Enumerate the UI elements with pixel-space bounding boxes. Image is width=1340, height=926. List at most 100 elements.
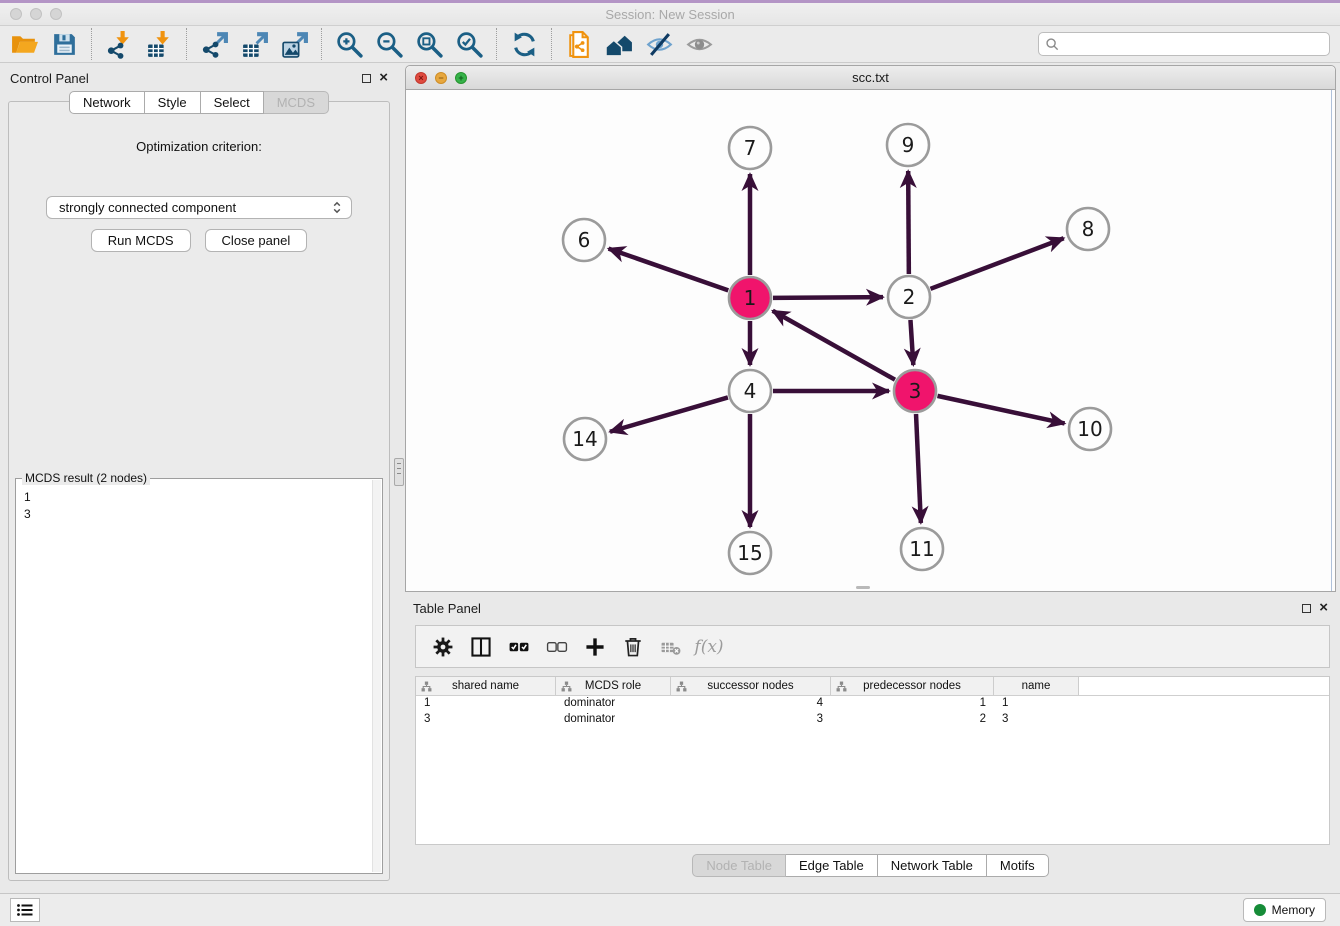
graph-edge-1-6[interactable]	[609, 249, 729, 291]
tab-network[interactable]: Network	[69, 91, 145, 114]
function-icon: f(x)	[694, 637, 723, 657]
open-session-button[interactable]	[4, 27, 44, 61]
toggle-columns-button[interactable]	[462, 628, 500, 666]
table-row[interactable]: 3dominator323	[416, 712, 1329, 728]
graph-edge-1-2[interactable]	[773, 297, 883, 298]
graph-edge-3-10[interactable]	[937, 396, 1064, 424]
export-network-button[interactable]	[194, 27, 234, 61]
delete-table-icon	[659, 635, 683, 659]
network-vertical-scrollbar[interactable]	[1331, 90, 1332, 591]
show-all-button[interactable]	[679, 27, 719, 61]
save-session-button[interactable]	[44, 27, 84, 61]
import-network-button[interactable]	[99, 27, 139, 61]
export-image-button[interactable]	[274, 27, 314, 61]
network-graph[interactable]: 7968124314101511	[406, 90, 1335, 591]
hide-selected-button[interactable]	[639, 27, 679, 61]
column-header-successor-nodes[interactable]: successor nodes	[671, 677, 831, 695]
search-icon	[1045, 37, 1060, 52]
optimization-criterion-select[interactable]: strongly connected component	[46, 196, 352, 219]
float-table-panel-icon[interactable]	[1302, 604, 1311, 613]
network-canvas[interactable]: 7968124314101511	[406, 90, 1335, 591]
tab-mcds[interactable]: MCDS	[264, 91, 329, 114]
table-body: 1dominator4113dominator323	[416, 696, 1329, 728]
list-icon	[16, 903, 34, 917]
delete-column-button[interactable]	[614, 628, 652, 666]
houses-icon	[605, 30, 634, 59]
network-document-icon	[565, 30, 594, 59]
graph-node-label: 2	[903, 285, 916, 309]
graph-node-label: 14	[572, 427, 597, 451]
open-folder-icon	[10, 30, 39, 59]
network-horizontal-scroll-grip[interactable]	[856, 586, 870, 589]
tab-select[interactable]: Select	[201, 91, 264, 114]
network-window: scc.txt × − + 7968124314101511	[405, 65, 1336, 592]
selected-criterion: strongly connected component	[59, 200, 236, 215]
close-panel-button[interactable]: Close panel	[205, 229, 308, 252]
zoom-out-icon	[375, 30, 404, 59]
zoom-in-button[interactable]	[329, 27, 369, 61]
import-table-button[interactable]	[139, 27, 179, 61]
tab-node-table[interactable]: Node Table	[692, 854, 786, 877]
close-panel-icon[interactable]: ×	[379, 73, 388, 83]
graph-edge-2-9[interactable]	[908, 171, 909, 274]
graph-edge-3-11[interactable]	[916, 414, 921, 523]
zoom-selected-button[interactable]	[449, 27, 489, 61]
result-scrollbar[interactable]	[372, 480, 381, 872]
columns-icon	[469, 635, 493, 659]
tab-style[interactable]: Style	[145, 91, 201, 114]
graph-edge-2-8[interactable]	[931, 238, 1064, 289]
tree-icon	[421, 681, 432, 692]
select-stepper-icon	[331, 200, 343, 215]
mcds-result-item: 1	[24, 489, 374, 506]
deselect-all-button[interactable]	[538, 628, 576, 666]
network-window-titlebar[interactable]: scc.txt × − +	[406, 66, 1335, 90]
function-builder-button: f(x)	[690, 628, 728, 666]
graph-edge-2-3[interactable]	[910, 320, 913, 365]
table-cell: 3	[994, 712, 1079, 728]
column-header-name[interactable]: name	[994, 677, 1079, 695]
neighbors-button[interactable]	[599, 27, 639, 61]
memory-status-icon	[1254, 904, 1266, 916]
eye-slash-icon	[645, 30, 674, 59]
panel-splitter-grip[interactable]	[394, 458, 404, 486]
table-row[interactable]: 1dominator411	[416, 696, 1329, 712]
zoom-out-button[interactable]	[369, 27, 409, 61]
graph-edge-4-14[interactable]	[610, 397, 728, 431]
network-window-title: scc.txt	[406, 70, 1335, 85]
main-toolbar	[0, 26, 1340, 63]
table-cell: 4	[671, 696, 831, 712]
control-panel: Control Panel × Network Style Select MCD…	[0, 65, 398, 893]
table-cell: 1	[416, 696, 556, 712]
mcds-result-list[interactable]: 1 3	[16, 479, 382, 523]
run-mcds-button[interactable]: Run MCDS	[91, 229, 191, 252]
node-table: shared name MCDS role successor nodes pr…	[415, 676, 1330, 845]
close-table-panel-icon[interactable]: ×	[1319, 603, 1328, 613]
zoom-fit-button[interactable]	[409, 27, 449, 61]
column-header-shared-name[interactable]: shared name	[416, 677, 556, 695]
export-table-button[interactable]	[234, 27, 274, 61]
memory-button[interactable]: Memory	[1243, 898, 1326, 922]
float-panel-icon[interactable]	[362, 74, 371, 83]
add-column-button[interactable]	[576, 628, 614, 666]
mcds-result-box: MCDS result (2 nodes) 1 3	[15, 478, 383, 874]
eye-icon	[685, 30, 714, 59]
select-all-button[interactable]	[500, 628, 538, 666]
graph-node-label: 3	[909, 379, 922, 403]
graph-edge-3-1[interactable]	[773, 311, 895, 380]
toolbar-separator	[496, 28, 497, 60]
tab-edge-table[interactable]: Edge Table	[786, 854, 878, 877]
tab-network-table[interactable]: Network Table	[878, 854, 987, 877]
delete-table-button	[652, 628, 690, 666]
save-floppy-icon	[50, 30, 79, 59]
new-network-button[interactable]	[559, 27, 599, 61]
refresh-button[interactable]	[504, 27, 544, 61]
tab-motifs[interactable]: Motifs	[987, 854, 1049, 877]
graph-node-label: 8	[1082, 217, 1095, 241]
column-header-mcds-role[interactable]: MCDS role	[556, 677, 671, 695]
search-input[interactable]	[1038, 32, 1330, 56]
table-settings-button[interactable]	[424, 628, 462, 666]
task-history-button[interactable]	[10, 898, 40, 922]
column-header-predecessor-nodes[interactable]: predecessor nodes	[831, 677, 994, 695]
table-cell: 2	[831, 712, 994, 728]
plus-icon	[583, 635, 607, 659]
